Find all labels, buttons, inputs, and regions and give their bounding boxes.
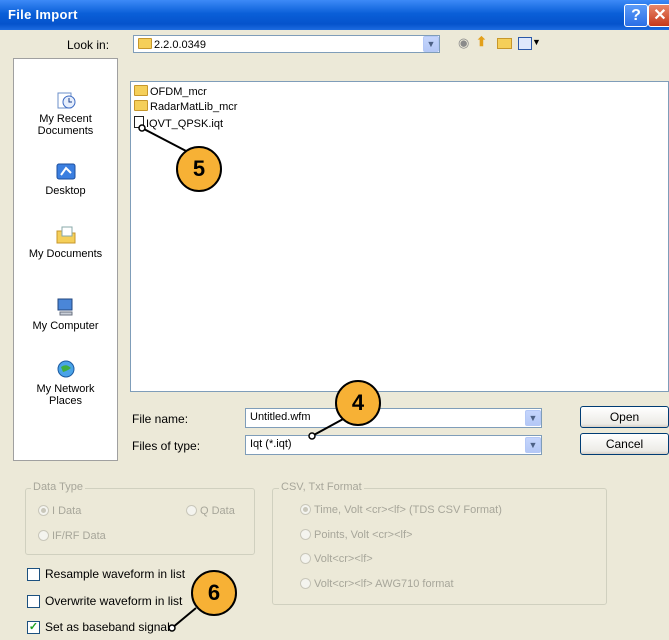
callout-5: 5: [176, 146, 222, 192]
callout-leaders: [138, 124, 346, 632]
callout-6: 6: [191, 570, 237, 616]
callout-4: 4: [335, 380, 381, 426]
